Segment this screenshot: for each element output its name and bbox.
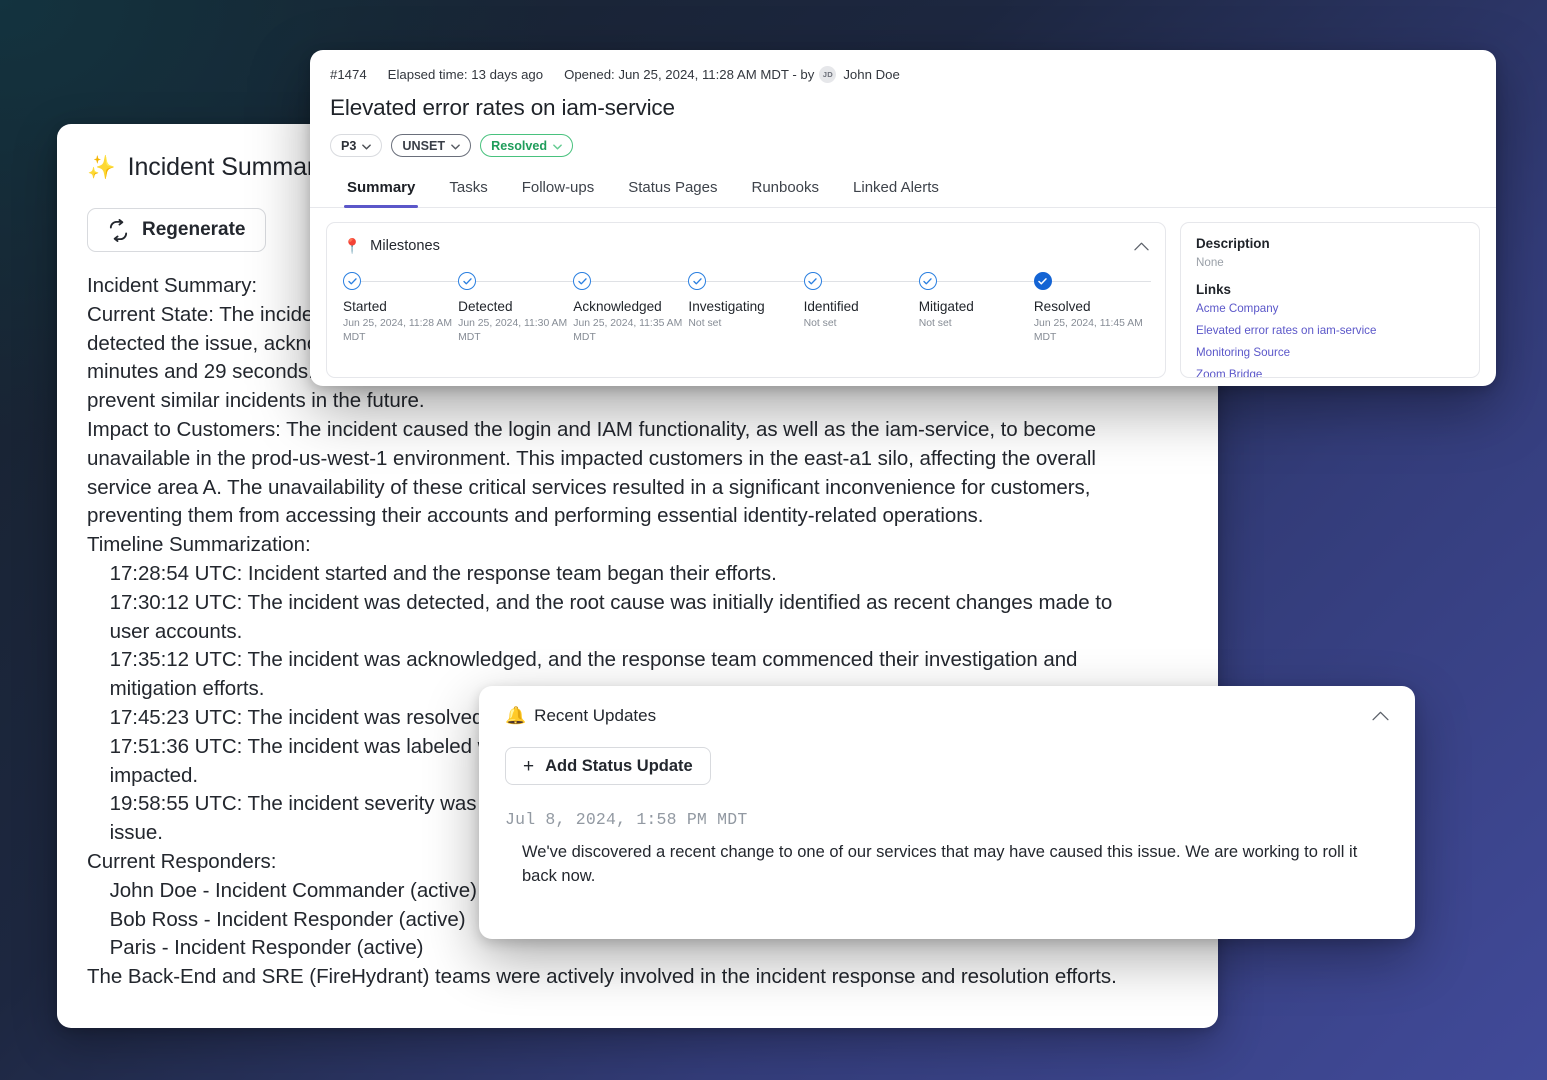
tab-status-pages[interactable]: Status Pages [611, 171, 734, 207]
incident-author: John Doe [843, 67, 900, 82]
recent-updates-title: Recent Updates [534, 706, 657, 725]
link-item[interactable]: Acme Company [1196, 302, 1464, 315]
link-item[interactable]: Elevated error rates on iam-service [1196, 324, 1464, 337]
milestone-time: Not set [918, 318, 952, 329]
milestone-item[interactable]: Acknowledged Jun 25, 2024, 11:35 AM MDT [573, 272, 689, 344]
page-title: Incident Summary [127, 152, 328, 181]
add-status-update-label: Add Status Update [545, 756, 693, 775]
milestone-item[interactable]: Started Jun 25, 2024, 11:28 AM MDT [343, 272, 459, 344]
milestone-item[interactable]: Mitigated Not set [918, 272, 1034, 344]
description-value: None [1196, 256, 1224, 269]
incident-meta-row: #1474 Elapsed time: 13 days ago Opened: … [330, 66, 1476, 83]
milestones-card: 📍 Milestones Started Jun 25, 2024, 11:28… [326, 222, 1166, 378]
incident-title: Elevated error rates on iam-service [330, 95, 675, 120]
milestone-time: Jun 25, 2024, 11:45 AM MDT [1033, 318, 1143, 343]
avatar[interactable]: JD [819, 66, 837, 83]
check-circle-icon [688, 272, 707, 290]
milestone-item[interactable]: Resolved Jun 25, 2024, 11:45 AM MDT [1033, 272, 1151, 344]
bell-icon: 🔔 [505, 706, 527, 725]
chevron-up-icon[interactable] [1372, 711, 1389, 721]
plus-icon: + [523, 755, 535, 777]
modal-body: 📍 Milestones Started Jun 25, 2024, 11:28… [310, 208, 1496, 378]
milestone-name: Investigating [688, 299, 765, 314]
modal-header: #1474 Elapsed time: 13 days ago Opened: … [310, 50, 1496, 157]
milestone-name: Started [343, 299, 387, 314]
milestones-title: Milestones [370, 238, 440, 254]
add-status-update-button[interactable]: + Add Status Update [505, 747, 711, 785]
recent-updates-header: 🔔 Recent Updates [505, 706, 1389, 726]
sparkles-icon: ✨ [87, 153, 116, 180]
milestone-name: Identified [803, 299, 859, 314]
link-item[interactable]: Zoom Bridge [1196, 368, 1464, 377]
tab-follow-ups[interactable]: Follow-ups [505, 171, 612, 207]
status-badge-label: Resolved [491, 138, 548, 153]
link-item[interactable]: Monitoring Source [1196, 346, 1464, 359]
milestone-item[interactable]: Detected Jun 25, 2024, 11:30 AM MDT [458, 272, 574, 344]
milestone-item[interactable]: Investigating Not set [688, 272, 804, 344]
refresh-icon [107, 218, 130, 242]
status-update-body: We've discovered a recent change to one … [522, 843, 1358, 885]
chevron-down-icon [451, 139, 460, 153]
milestones-header: 📍 Milestones [343, 237, 1149, 255]
tab-runbooks[interactable]: Runbooks [734, 171, 836, 207]
regenerate-label: Regenerate [142, 219, 246, 240]
severity-chip[interactable]: P3 [330, 134, 383, 157]
check-circle-icon [458, 272, 477, 290]
incident-id: #1474 [330, 67, 367, 82]
recent-updates-card: 🔔 Recent Updates + Add Status Update Jul… [479, 686, 1415, 939]
priority-chip[interactable]: UNSET [391, 134, 472, 157]
check-circle-icon [803, 272, 822, 290]
milestone-time: Not set [688, 318, 722, 329]
milestone-name: Detected [458, 299, 513, 314]
regenerate-button[interactable]: Regenerate [87, 208, 266, 252]
chevron-down-icon [553, 139, 562, 153]
chevron-up-icon[interactable] [1134, 242, 1149, 251]
check-circle-icon [343, 272, 361, 290]
milestone-time: Jun 25, 2024, 11:30 AM MDT [458, 318, 568, 343]
check-circle-icon [918, 272, 937, 290]
milestone-name: Acknowledged [573, 299, 662, 314]
incident-detail-modal: #1474 Elapsed time: 13 days ago Opened: … [310, 50, 1496, 386]
milestone-item[interactable]: Identified Not set [803, 272, 919, 344]
tab-summary[interactable]: Summary [330, 171, 432, 208]
milestone-time: Not set [803, 318, 837, 329]
links-heading: Links [1196, 282, 1231, 297]
incident-tabs: Summary Tasks Follow-ups Status Pages Ru… [310, 171, 1496, 208]
tab-tasks[interactable]: Tasks [432, 171, 504, 207]
milestone-time: Jun 25, 2024, 11:28 AM MDT [343, 318, 452, 343]
chevron-down-icon [362, 139, 372, 153]
incident-chip-row: P3 UNSET Resolved [330, 134, 1476, 157]
tab-linked-alerts[interactable]: Linked Alerts [836, 171, 956, 207]
incident-opened-by: Opened: Jun 25, 2024, 11:28 AM MDT - by [564, 67, 815, 82]
milestones-track: Started Jun 25, 2024, 11:28 AM MDT Detec… [343, 272, 1151, 344]
milestone-name: Resolved [1033, 299, 1091, 314]
description-heading: Description [1196, 236, 1270, 251]
status-badge[interactable]: Resolved [480, 134, 574, 157]
check-circle-filled-icon [1033, 272, 1052, 290]
severity-chip-label: P3 [341, 138, 357, 153]
status-update-timestamp: Jul 8, 2024, 1:58 PM MDT [505, 810, 748, 829]
milestone-name: Mitigated [918, 299, 974, 314]
check-circle-icon [573, 272, 592, 290]
map-pin-icon: 📍 [343, 239, 362, 255]
priority-chip-label: UNSET [402, 138, 446, 153]
incident-side-panel: Description None Links Acme Company Elev… [1180, 222, 1480, 378]
milestone-time: Jun 25, 2024, 11:35 AM MDT [573, 318, 683, 343]
incident-elapsed-time: Elapsed time: 13 days ago [387, 67, 544, 82]
